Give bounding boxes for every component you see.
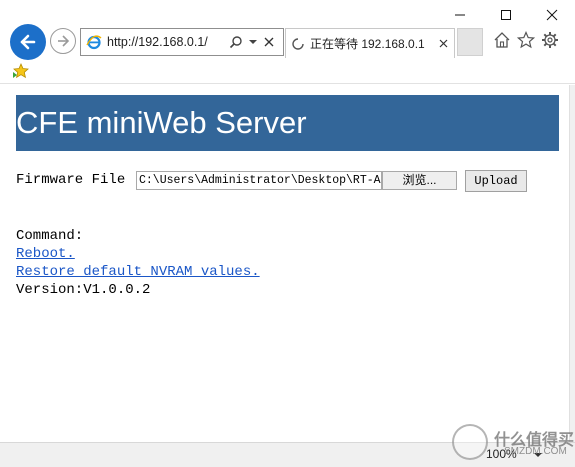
add-to-favorites-icon[interactable] [12,63,30,79]
version-text: Version:V1.0.0.2 [16,282,151,298]
firmware-file-label: Firmware File [16,172,126,188]
back-button[interactable] [10,24,46,60]
minimize-icon [455,14,465,16]
vertical-scrollbar[interactable] [569,85,575,442]
zoom-level[interactable]: 100% [486,447,517,461]
tab-close-icon[interactable] [436,39,450,48]
new-tab-button[interactable] [457,28,483,56]
stop-loading-icon[interactable] [263,36,279,48]
home-icon[interactable] [492,30,512,50]
upload-button[interactable]: Upload [465,170,527,192]
favorites-bar [0,58,575,84]
forward-button[interactable] [50,28,76,54]
forward-arrow-icon [58,35,70,47]
chevron-down-icon[interactable] [249,39,259,45]
ie-logo-icon [85,33,103,51]
address-input[interactable]: http://192.168.0.1/ [107,35,229,49]
tab-title: 正在等待 192.168.0.1 [310,37,425,51]
browse-button[interactable]: 浏览... [382,171,457,190]
zoom-dropdown-icon[interactable] [534,450,544,460]
star-icon[interactable] [516,30,536,50]
page-content: CFE miniWeb Server Firmware File C:\User… [0,85,569,442]
back-arrow-icon [20,34,36,50]
command-label: Command: [16,228,84,244]
maximize-icon [501,10,511,20]
page-title: CFE miniWeb Server [16,95,559,151]
tab-active[interactable]: 正在等待 192.168.0.1 [285,28,455,58]
search-icon[interactable] [229,34,245,50]
file-path-input[interactable]: C:\Users\Administrator\Desktop\RT-AC68U [136,171,382,190]
address-bar[interactable]: http://192.168.0.1/ [80,28,284,56]
close-icon [546,9,558,21]
gear-icon[interactable] [540,30,560,50]
navigation-bar: http://192.168.0.1/ 正在等待 192.168.0.1 [0,22,575,60]
loading-spinner-icon [292,37,304,50]
reboot-link[interactable]: Reboot. [16,246,75,262]
restore-nvram-link[interactable]: Restore default NVRAM values. [16,264,260,280]
